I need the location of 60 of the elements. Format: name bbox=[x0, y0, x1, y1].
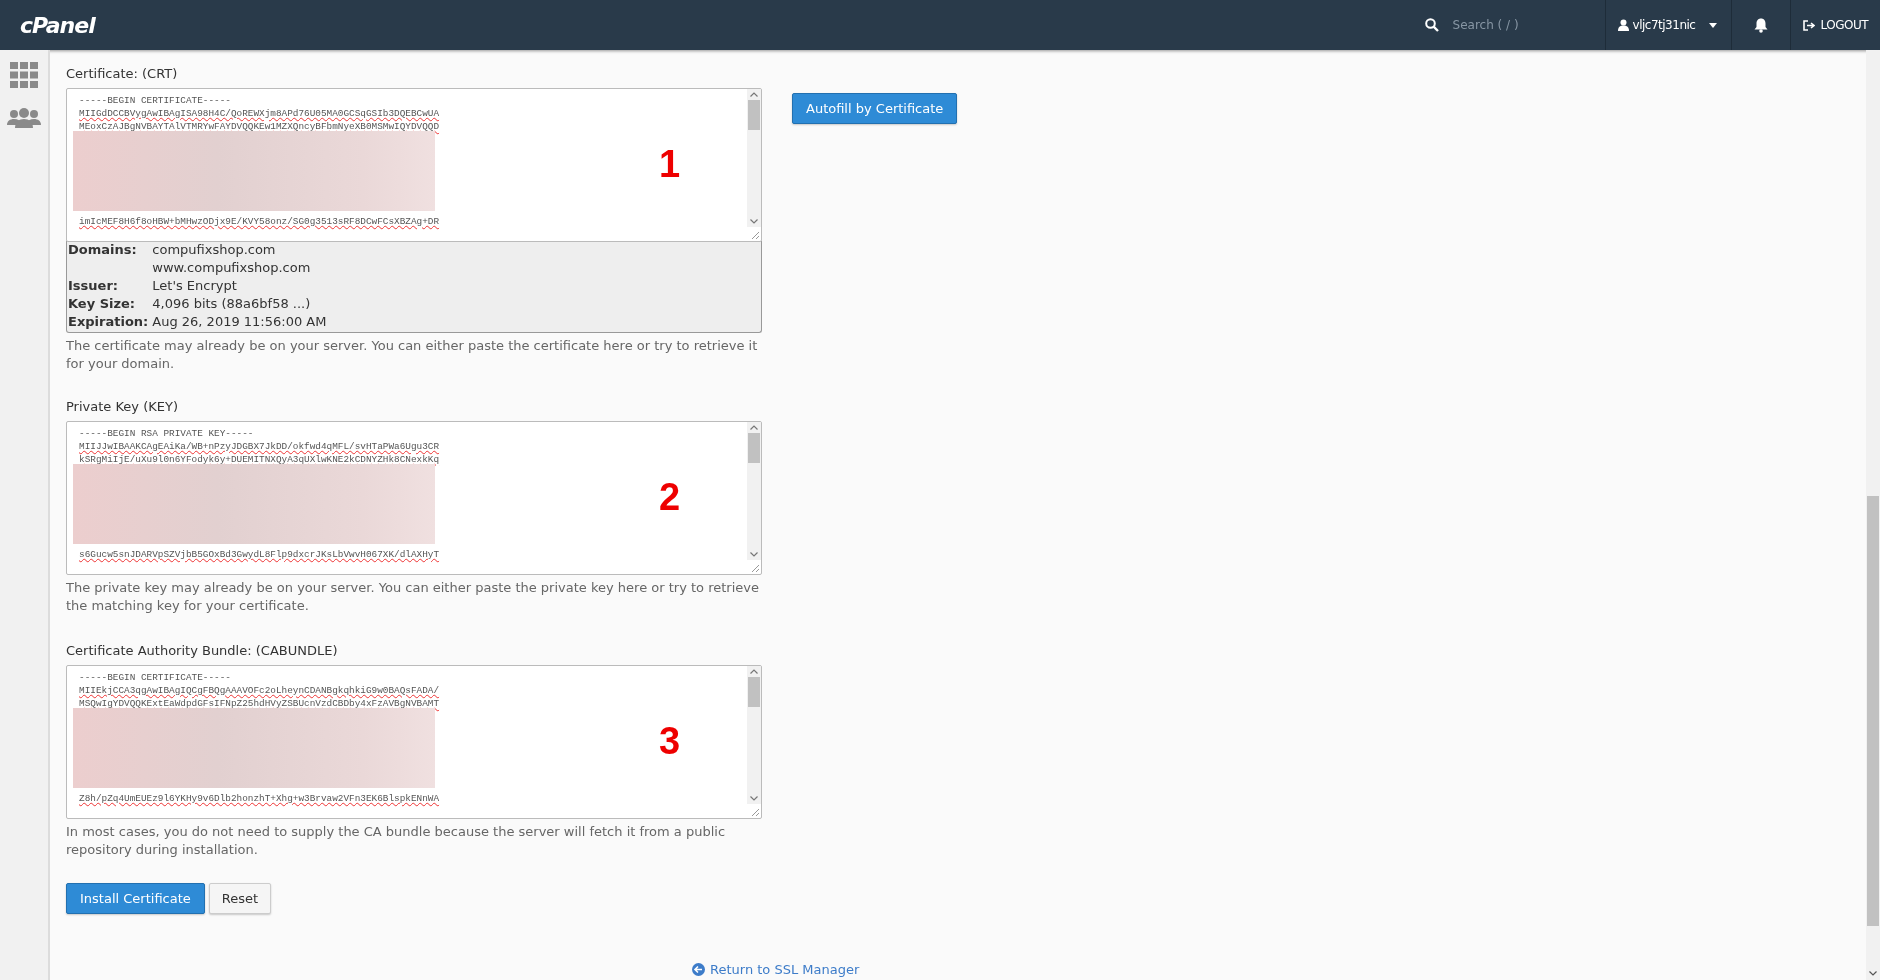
annotation-number: 1 bbox=[659, 145, 681, 183]
code-line: -----BEGIN CERTIFICATE----- bbox=[79, 94, 231, 107]
code-line: -----BEGIN CERTIFICATE----- bbox=[79, 671, 231, 684]
scrollbar[interactable] bbox=[747, 422, 761, 560]
code-line: MIIEkjCCA3qgAwIBAgIQCgFBQgAAAVOFc2oLheynCDANBgkqhkiG9w0BAQsFADA/ bbox=[79, 684, 440, 697]
help-text: The private key may already be on your server. You can either paste the private key here or try to retrieve the matching key for your certificate. bbox=[66, 579, 760, 615]
scrollbar[interactable] bbox=[747, 666, 761, 804]
detail-value: Let's Encrypt bbox=[152, 277, 238, 295]
scrollbar-thumb[interactable] bbox=[748, 100, 760, 130]
code-line: -----BEGIN RSA PRIVATE KEY----- bbox=[79, 427, 254, 440]
detail-label: Expiration: bbox=[68, 313, 150, 331]
bell-icon bbox=[1754, 17, 1769, 33]
help-text: The certificate may already be on your server. You can either paste the certificate here or try to retrieve it for your domain. bbox=[66, 337, 759, 373]
code-line: kSRgMiIjE/uXu9l0n6YFodyk6y+DUEMITNXQyA3qUXlwKNE2kCDNYZHk8CNexkKq bbox=[79, 453, 440, 466]
resize-grip-icon bbox=[752, 809, 759, 816]
code-line: MEoxCzAJBgNVBAYTAlVTMRYwFAYDVQQKEw1MZXQncyBFbmNyeXB0MSMwIQYDVQQD bbox=[79, 120, 440, 133]
scrollbar-thumb[interactable] bbox=[748, 433, 760, 463]
help-text: In most cases, you do not need to supply the CA bundle because the server will fetch it from a public repository during installation. bbox=[66, 823, 727, 859]
code-line: MIIGdDCCBVygAwIBAgISA98H4C/QoREWXjm8APd76U05MA0GCSqGSIb3DQEBCwUA bbox=[79, 107, 440, 120]
field-label: Certificate: (CRT) bbox=[66, 66, 179, 81]
grid-icon[interactable] bbox=[10, 62, 38, 88]
detail-label: Issuer: bbox=[68, 277, 119, 295]
detail-label: Key Size: bbox=[68, 295, 137, 313]
detail-value: www.compufixshop.com bbox=[152, 259, 312, 277]
search-field[interactable]: Search ( / ) bbox=[1450, 17, 1565, 33]
text-area[interactable] bbox=[66, 665, 762, 819]
detail-value: Aug 26, 2019 11:56:00 AM bbox=[152, 313, 328, 331]
annotation-number: 3 bbox=[659, 722, 681, 760]
resize-grip-icon bbox=[752, 232, 759, 239]
field-label: Private Key (KEY) bbox=[66, 399, 179, 414]
user-icon bbox=[1617, 19, 1629, 31]
annotation-number: 2 bbox=[659, 478, 681, 516]
autofill-button[interactable]: Autofill by Certificate bbox=[792, 93, 958, 124]
detail-value: compufixshop.com bbox=[152, 241, 277, 259]
caret-icon bbox=[1709, 22, 1718, 28]
code-line: MIIJJwIBAAKCAgEAiKa/WB+nPzyJDGBX7JkDD/okfwd4qMFL/svHTaPWa6Ugu3CR bbox=[79, 440, 440, 453]
detail-value: 4,096 bits (88a6bf58 ...) bbox=[152, 295, 312, 313]
scrollbar[interactable] bbox=[747, 89, 761, 227]
back-arrow-icon bbox=[692, 963, 705, 976]
resize-grip-icon bbox=[752, 565, 759, 572]
user-menu[interactable]: vljc7tj31nic bbox=[1605, 0, 1733, 50]
return-link[interactable]: Return to SSL Manager bbox=[692, 962, 860, 977]
search-icon bbox=[1424, 18, 1439, 32]
logout-button[interactable]: LOGOUT bbox=[1791, 0, 1880, 50]
logo[interactable]: cPanel bbox=[20, 12, 95, 38]
code-line: Z8h/pZq4UmEUEz9l6YKHy9v6Dlb2honzhT+Xhg+w3Brvaw2VFn3EK6BlspkENnWA bbox=[79, 792, 440, 805]
code-line: MSQwIgYDVQQKExtEaWdpdGFsIFNpZ25hdHVyZSBUcnVzdCBDby4xFzAVBgNVBAMT bbox=[79, 697, 440, 710]
detail-label: Domains: bbox=[68, 241, 138, 259]
text-area[interactable] bbox=[66, 421, 762, 575]
scrollbar-thumb[interactable] bbox=[1867, 496, 1879, 926]
code-line: s6Gucw5snJDARVpSZVjbB5GOxBd3GwydL8Flp9dxcrJKsLbVwvH067XK/dlAXHyT bbox=[79, 548, 440, 561]
page-scrollbar[interactable] bbox=[1866, 50, 1880, 980]
field-label: Certificate Authority Bundle: (CABUNDLE) bbox=[66, 643, 339, 658]
reset-button[interactable]: Reset bbox=[208, 883, 272, 914]
users-icon[interactable] bbox=[7, 108, 41, 128]
text-area[interactable] bbox=[66, 88, 762, 242]
scrollbar-thumb[interactable] bbox=[748, 677, 760, 707]
logout-icon bbox=[1803, 19, 1816, 31]
code-line: imIcMEF8H6f8oHBW+bMHwzODjx9E/KVY58onz/SG0g3513sRF8DCwFCsXBZAg+DR bbox=[79, 215, 440, 228]
install-button[interactable]: Install Certificate bbox=[66, 883, 205, 914]
